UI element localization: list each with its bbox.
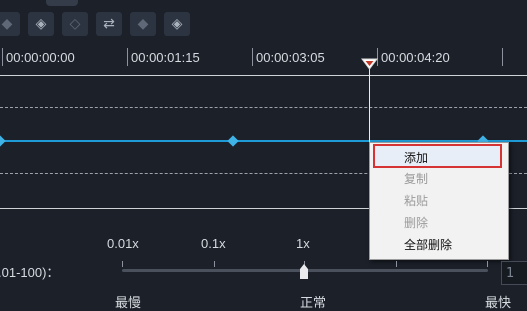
menu-item-delete[interactable]: 删除 <box>404 214 428 231</box>
tab-stub <box>46 0 78 6</box>
keyframe-point[interactable] <box>0 135 6 147</box>
reverse-keyframe-icon[interactable]: ◈ <box>164 12 190 36</box>
speed-slider-thumb[interactable] <box>300 264 308 279</box>
ruler-major-tick <box>2 48 3 66</box>
swap-keyframes-icon[interactable]: ⇄ <box>96 12 122 36</box>
ruler-time-label: 00:00:00:00 <box>6 50 75 65</box>
fastest-label: 最快 <box>485 296 512 311</box>
menu-item-highlight <box>373 144 502 168</box>
menu-item-copy[interactable]: 复制 <box>404 170 428 187</box>
speed-value-input[interactable]: 1 <box>501 261 527 285</box>
prev-keyframe-icon[interactable]: ◆ <box>0 12 20 36</box>
menu-item-delete-all[interactable]: 全部删除 <box>404 236 452 253</box>
playhead-marker-icon[interactable] <box>361 55 378 74</box>
slider-tick <box>487 261 488 267</box>
speed-range-label: .01-100)： <box>0 265 60 280</box>
ruler-time-label: 00:00:01:15 <box>131 50 200 65</box>
ruler-time-label: 00:00:04:20 <box>381 50 450 65</box>
menu-item-paste[interactable]: 粘贴 <box>404 192 428 209</box>
speed-scale-label: 0.01x <box>107 236 139 251</box>
ruler-major-tick <box>127 48 128 66</box>
menu-item-add[interactable]: 添加 <box>404 149 428 166</box>
timeline-ruler[interactable]: 00:00:00:00 00:00:01:15 00:00:03:05 00:0… <box>0 44 527 76</box>
slider-tick <box>396 261 397 267</box>
speed-scale-label: 1x <box>296 236 310 251</box>
slowest-label: 最慢 <box>115 296 142 311</box>
ruler-major-tick <box>502 48 503 66</box>
slider-tick <box>214 261 215 267</box>
ruler-major-tick <box>252 48 253 66</box>
add-keyframe-icon[interactable]: ◈ <box>28 12 54 36</box>
speed-scale-label: 0.1x <box>201 236 226 251</box>
keyframe-point[interactable] <box>227 135 239 147</box>
upper-guide-line <box>0 107 527 108</box>
remove-keyframe-icon[interactable]: ◇ <box>62 12 88 36</box>
keyframe-toolbar: ◆ ◈ ◇ ⇄ ◆ ◈ <box>0 0 527 42</box>
next-keyframe-icon[interactable]: ◆ <box>130 12 156 36</box>
ruler-time-label: 00:00:03:05 <box>256 50 325 65</box>
slider-tick <box>122 261 123 267</box>
normal-label: 正常 <box>300 296 327 311</box>
